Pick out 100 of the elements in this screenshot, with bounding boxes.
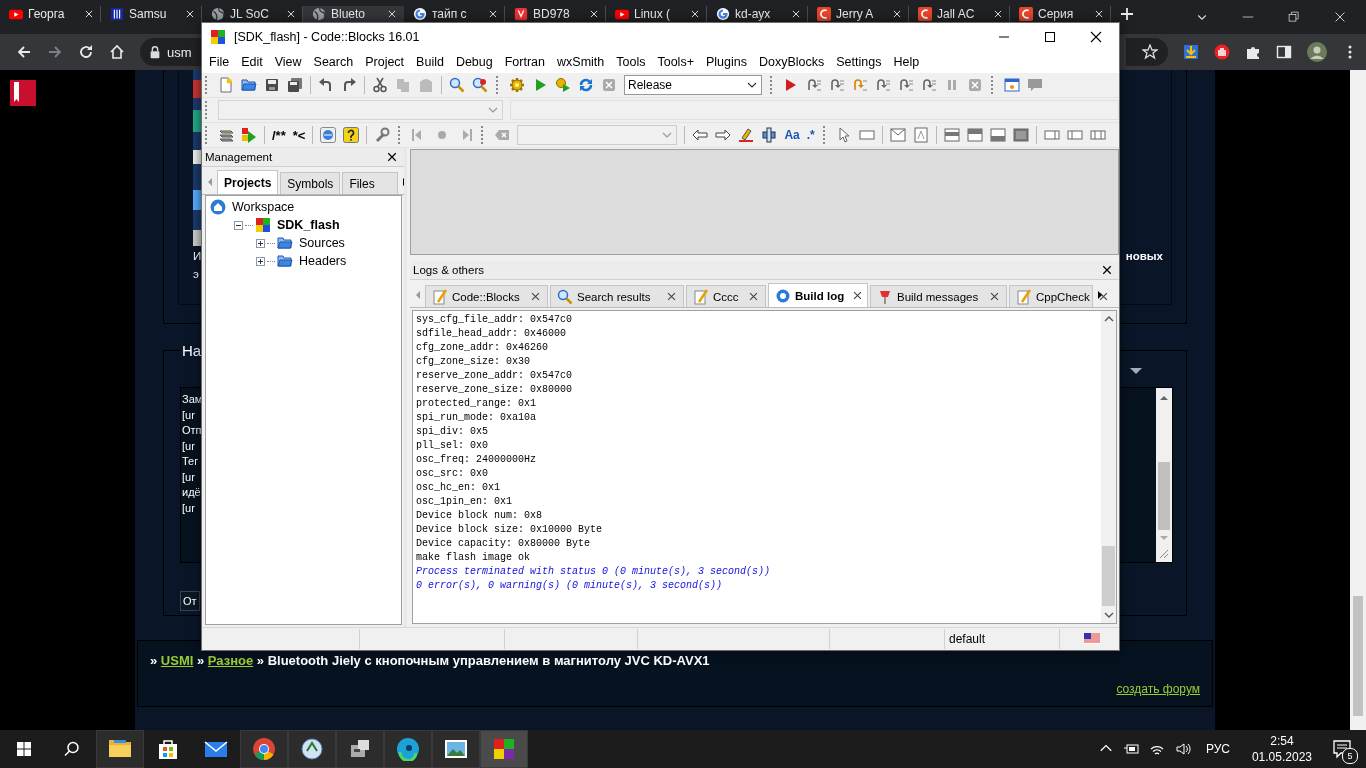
panel-tab[interactable]: Files bbox=[342, 172, 399, 194]
scroll-right-icon[interactable] bbox=[1095, 289, 1105, 301]
comment-block-button[interactable]: /** bbox=[272, 127, 286, 143]
breadcrumb-link[interactable]: USMI bbox=[160, 653, 194, 668]
taskbar-button[interactable] bbox=[384, 730, 432, 768]
tree-item[interactable]: SDK_flash bbox=[277, 218, 340, 232]
create-forum-link[interactable]: создать форум bbox=[1116, 682, 1200, 696]
maximize-icon[interactable] bbox=[1044, 31, 1056, 43]
windows-icon[interactable] bbox=[16, 741, 32, 757]
save-all-icon[interactable] bbox=[287, 77, 303, 93]
taskbar-button[interactable] bbox=[336, 730, 384, 768]
home-icon[interactable] bbox=[109, 44, 125, 60]
match-case-toggle[interactable]: Aa bbox=[784, 128, 800, 142]
avatar-icon[interactable] bbox=[1307, 42, 1327, 62]
star-icon[interactable] bbox=[1142, 44, 1158, 60]
breadcrumb-link[interactable]: Разное bbox=[207, 653, 254, 668]
menu-item[interactable]: wxSmith bbox=[551, 55, 611, 69]
search-icon[interactable] bbox=[64, 741, 80, 757]
step-icon[interactable] bbox=[852, 77, 868, 93]
menu-item[interactable]: Plugins bbox=[699, 55, 753, 69]
scrollbar[interactable] bbox=[1101, 311, 1116, 623]
panel-tab[interactable]: Build log bbox=[768, 283, 868, 307]
restore-icon[interactable] bbox=[1288, 11, 1300, 23]
panel-tab[interactable]: Search results bbox=[550, 285, 684, 307]
close-icon[interactable] bbox=[989, 291, 1000, 302]
close-icon[interactable] bbox=[386, 151, 398, 163]
globe-icon[interactable] bbox=[320, 127, 337, 143]
back-icon[interactable] bbox=[16, 44, 32, 60]
close-icon[interactable] bbox=[666, 291, 677, 302]
taskbar-button[interactable] bbox=[288, 730, 336, 768]
close-icon[interactable] bbox=[1101, 264, 1113, 276]
browser-tab[interactable]: Blueto bbox=[303, 6, 404, 22]
puzzle-icon[interactable] bbox=[1245, 44, 1261, 60]
frame-icon[interactable] bbox=[1043, 127, 1060, 143]
taskbar-button[interactable] bbox=[96, 730, 144, 768]
scroll-up-icon[interactable] bbox=[1158, 394, 1170, 402]
comment-line-button[interactable]: *< bbox=[292, 127, 306, 143]
panel-tab[interactable]: Cccc bbox=[686, 285, 766, 307]
window-icon[interactable] bbox=[1004, 77, 1020, 93]
collapse-icon[interactable] bbox=[234, 220, 243, 230]
panel-icon[interactable] bbox=[989, 127, 1006, 143]
redo-icon[interactable] bbox=[341, 77, 357, 93]
scroll-up-icon[interactable] bbox=[1102, 314, 1115, 324]
selection-tool-icon[interactable] bbox=[761, 127, 778, 143]
document-icon[interactable] bbox=[912, 127, 929, 143]
expand-icon[interactable] bbox=[256, 238, 265, 248]
scroll-thumb[interactable] bbox=[1353, 596, 1363, 716]
battery-icon[interactable] bbox=[1122, 741, 1139, 757]
menu-item[interactable]: Settings bbox=[830, 55, 888, 69]
blocks-play-icon[interactable] bbox=[241, 127, 257, 143]
highlighter-icon[interactable] bbox=[738, 127, 755, 143]
replace-icon[interactable] bbox=[472, 77, 488, 93]
close-icon[interactable] bbox=[1097, 291, 1109, 302]
menu-item[interactable]: Debug bbox=[449, 55, 499, 69]
scrollbar[interactable] bbox=[1350, 70, 1366, 730]
dropdown-arrow-icon[interactable] bbox=[1129, 365, 1143, 375]
panel-tab[interactable]: Build messages bbox=[870, 285, 1007, 307]
tree-item[interactable]: Headers bbox=[299, 254, 347, 268]
forward-icon[interactable] bbox=[47, 44, 63, 60]
menu-item[interactable]: Fortran bbox=[498, 55, 552, 69]
scroll-down-icon[interactable] bbox=[1102, 610, 1115, 620]
menu-item[interactable]: Help bbox=[887, 55, 926, 69]
menu-item[interactable]: DoxyBlocks bbox=[752, 55, 831, 69]
refresh-icon[interactable] bbox=[578, 77, 594, 93]
help-icon[interactable] bbox=[343, 127, 360, 143]
address-field[interactable]: usm bbox=[140, 38, 201, 66]
panel-tab[interactable]: Symbols bbox=[280, 172, 341, 194]
envelope-icon[interactable] bbox=[889, 127, 906, 143]
tree-item[interactable]: Workspace bbox=[232, 200, 295, 214]
browser-tab[interactable]: Георга bbox=[0, 6, 101, 22]
scroll-thumb[interactable] bbox=[1158, 462, 1170, 530]
menu-item[interactable]: Edit bbox=[235, 55, 269, 69]
menu-item[interactable]: Project bbox=[359, 55, 411, 69]
submit-button[interactable]: От bbox=[180, 591, 200, 611]
menu-item[interactable]: Tools+ bbox=[651, 55, 700, 69]
save-icon[interactable] bbox=[264, 77, 280, 93]
notification-icon[interactable] bbox=[1332, 739, 1352, 759]
download-extension-icon[interactable] bbox=[1183, 44, 1199, 60]
panel-icon[interactable] bbox=[966, 127, 983, 143]
address-field-end[interactable] bbox=[1126, 38, 1168, 66]
panel-tab[interactable]: Projects bbox=[217, 170, 279, 194]
menu-item[interactable]: Search bbox=[307, 55, 360, 69]
browser-tab[interactable]: Samsu bbox=[101, 6, 202, 22]
regex-toggle[interactable]: .* bbox=[806, 128, 815, 142]
menu-item[interactable]: Tools bbox=[610, 55, 652, 69]
step-icon[interactable] bbox=[829, 77, 845, 93]
scrollbar[interactable] bbox=[1156, 387, 1173, 563]
build-target-dropdown[interactable]: Release bbox=[624, 75, 762, 95]
close-icon[interactable] bbox=[748, 291, 759, 302]
gear-play-icon[interactable] bbox=[555, 77, 571, 93]
undo-icon[interactable] bbox=[318, 77, 334, 93]
step-icon[interactable] bbox=[898, 77, 914, 93]
taskbar-button[interactable] bbox=[240, 730, 288, 768]
language-indicator[interactable]: РУС bbox=[1205, 742, 1230, 756]
menu-item[interactable]: View bbox=[268, 55, 308, 69]
clock-time[interactable]: 2:54 bbox=[1270, 733, 1294, 749]
menu-item[interactable]: File bbox=[203, 55, 236, 69]
right-arrow-icon[interactable] bbox=[715, 127, 732, 143]
panel-tab[interactable]: Code::Blocks bbox=[425, 285, 548, 307]
close-icon[interactable] bbox=[530, 291, 541, 302]
